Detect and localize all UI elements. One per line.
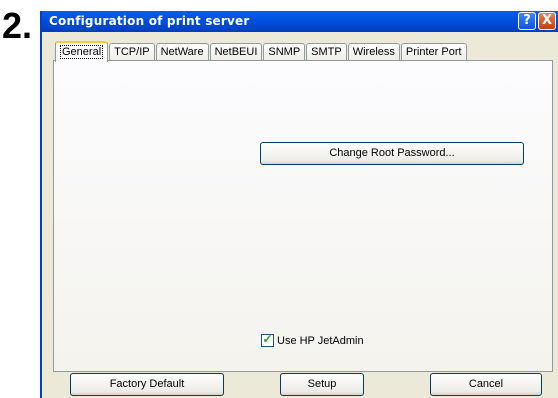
tab-snmp[interactable]: SNMP xyxy=(263,43,306,61)
tab-printer-port[interactable]: Printer Port xyxy=(400,43,467,61)
tab-strip: General TCP/IP NetWare NetBEUI SNMP SMTP… xyxy=(55,40,468,62)
use-jetadmin-label: Use HP JetAdmin xyxy=(277,334,364,347)
help-icon[interactable]: ? xyxy=(518,12,536,30)
close-icon[interactable]: X xyxy=(538,12,556,30)
tab-netware[interactable]: NetWare xyxy=(155,43,209,61)
use-jetadmin-checkbox[interactable]: ✓ xyxy=(261,332,274,347)
tab-general[interactable]: General xyxy=(55,41,109,62)
use-jetadmin-option[interactable]: ✓ Use HP JetAdmin xyxy=(261,332,364,347)
tab-wireless[interactable]: Wireless xyxy=(347,43,400,61)
tab-netbeui[interactable]: NetBEUI xyxy=(209,43,263,61)
checkmark-icon: ✓ xyxy=(262,332,273,346)
factory-default-button[interactable]: Factory Default xyxy=(70,373,224,396)
cancel-button[interactable]: Cancel xyxy=(430,373,542,396)
change-root-password-button[interactable]: Change Root Password... xyxy=(260,142,524,165)
window-title: Configuration of print server xyxy=(49,14,250,28)
print-server-config-dialog: Configuration of print server ? X Genera… xyxy=(40,11,558,398)
tab-smtp[interactable]: SMTP xyxy=(306,43,347,61)
step-number: 2. xyxy=(2,5,33,46)
setup-button[interactable]: Setup xyxy=(280,373,364,396)
general-tab-panel: Change Root Password... ✓ Use HP JetAdmi… xyxy=(53,60,553,372)
tab-tcpip[interactable]: TCP/IP xyxy=(109,43,155,61)
tab-label: General xyxy=(60,45,104,59)
title-bar[interactable]: Configuration of print server ? X xyxy=(42,11,558,32)
